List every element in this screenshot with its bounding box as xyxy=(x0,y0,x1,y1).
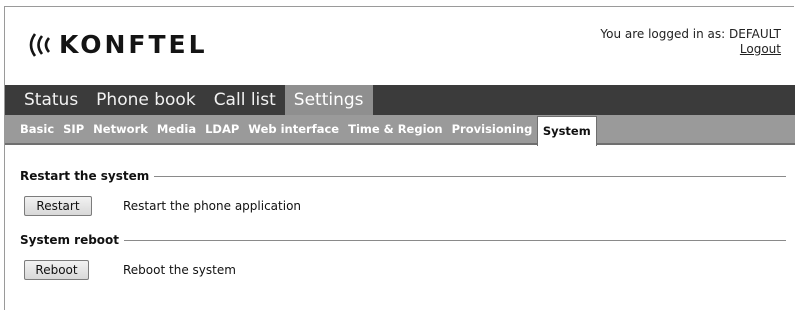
sub-nav-media[interactable]: Media xyxy=(152,115,200,143)
main-nav-status[interactable]: Status xyxy=(5,85,87,115)
restart-button[interactable]: Restart xyxy=(24,196,92,216)
reboot-button[interactable]: Reboot xyxy=(24,260,89,280)
sub-nav-basic[interactable]: Basic xyxy=(5,115,59,143)
section-divider xyxy=(154,175,786,177)
sub-nav: Basic SIP Network Media LDAP Web interfa… xyxy=(5,115,795,146)
main-nav-phone-book[interactable]: Phone book xyxy=(87,85,205,115)
restart-section-header: Restart the system xyxy=(20,168,786,184)
logout-link[interactable]: Logout xyxy=(740,42,781,56)
header: KONFTEL You are logged in as: DEFAULT Lo… xyxy=(5,7,795,84)
sound-waves-icon xyxy=(29,33,51,57)
main-nav: Status Phone book Call list Settings xyxy=(5,85,795,115)
login-status: You are logged in as: DEFAULT Logout xyxy=(600,27,781,57)
sub-nav-web-interface[interactable]: Web interface xyxy=(244,115,344,143)
main-nav-call-list[interactable]: Call list xyxy=(205,85,285,115)
sub-nav-sip[interactable]: SIP xyxy=(59,115,89,143)
konftel-logo: KONFTEL xyxy=(25,32,208,58)
sub-nav-system[interactable]: System xyxy=(536,116,597,146)
restart-description: Restart the phone application xyxy=(123,199,302,213)
sub-nav-provisioning[interactable]: Provisioning xyxy=(447,115,537,143)
sub-nav-time-region[interactable]: Time & Region xyxy=(344,115,448,143)
reboot-description: Reboot the system xyxy=(123,263,236,277)
restart-section-title: Restart the system xyxy=(20,169,150,183)
page-frame: KONFTEL You are logged in as: DEFAULT Lo… xyxy=(4,6,795,310)
section-divider xyxy=(124,239,786,241)
sub-nav-network[interactable]: Network xyxy=(89,115,153,143)
reboot-section-title: System reboot xyxy=(20,233,120,247)
main-nav-settings[interactable]: Settings xyxy=(284,85,373,115)
reboot-section-header: System reboot xyxy=(20,232,786,248)
logged-in-text: You are logged in as: DEFAULT xyxy=(600,27,781,41)
logo-text: KONFTEL xyxy=(59,30,208,59)
sub-nav-ldap[interactable]: LDAP xyxy=(201,115,244,143)
